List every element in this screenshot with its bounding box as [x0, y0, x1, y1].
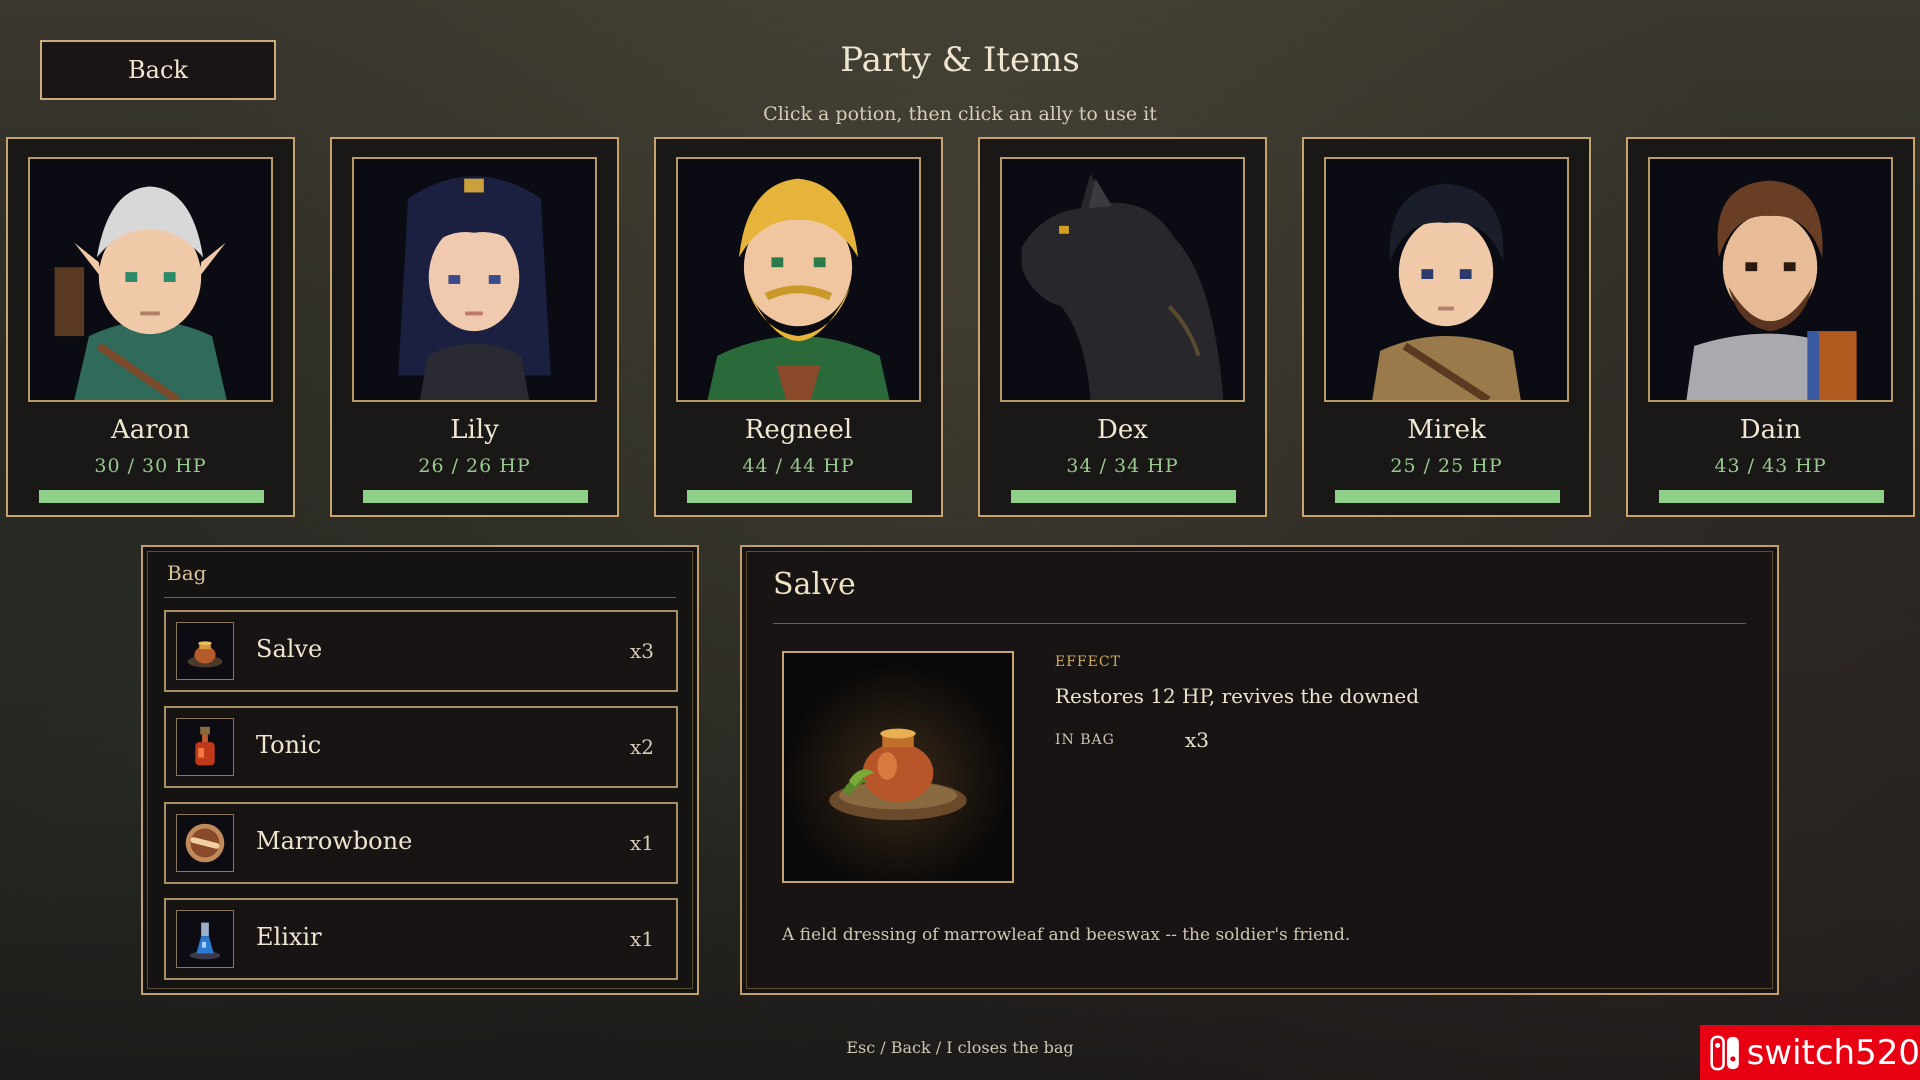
marrowbone-icon: [176, 814, 234, 872]
portrait-aaron: [28, 157, 273, 402]
portrait-lily: [352, 157, 597, 402]
footer-hint: Esc / Back / I closes the bag: [846, 1038, 1074, 1057]
portrait-regneel: [676, 157, 921, 402]
switch-logo-icon: [1710, 1035, 1739, 1070]
flavor-text: A field dressing of marrowleaf and beesw…: [782, 925, 1351, 945]
hp-bar: [39, 490, 264, 503]
portrait-mirek: [1324, 157, 1569, 402]
party-card-regneel[interactable]: Regneel 44 / 44 HP: [654, 137, 943, 517]
elixir-flask-icon: [176, 910, 234, 968]
effect-label: EFFECT: [1055, 654, 1121, 670]
party-name: Aaron: [110, 415, 191, 445]
bag-item-marrowbone[interactable]: Marrowbone x1: [164, 802, 678, 884]
hp-bar: [1659, 490, 1884, 503]
party-hp-text: 25 / 25 HP: [1390, 455, 1503, 477]
party-card-dain[interactable]: Dain 43 / 43 HP: [1626, 137, 1915, 517]
item-preview: [782, 651, 1014, 883]
bag-panel: Bag Salve x3 Tonic x2 Marrowbone x1 Elix…: [141, 545, 699, 995]
bearded-warrior-portrait-icon: [678, 159, 919, 400]
hp-bar: [363, 490, 588, 503]
bag-title: Bag: [167, 561, 207, 585]
hp-bar: [1335, 490, 1560, 503]
divider: [773, 623, 1746, 624]
elf-archer-portrait-icon: [30, 159, 271, 400]
in-bag-label: IN BAG: [1055, 732, 1115, 748]
portrait-dain: [1648, 157, 1893, 402]
party-card-mirek[interactable]: Mirek 25 / 25 HP: [1302, 137, 1591, 517]
party-hp-text: 30 / 30 HP: [94, 455, 207, 477]
party-hp-text: 44 / 44 HP: [742, 455, 855, 477]
party-hp-text: 43 / 43 HP: [1714, 455, 1827, 477]
party-row: Aaron 30 / 30 HP Lily 26 / 26 HP Regneel…: [6, 137, 1915, 517]
item-name: Elixir: [256, 923, 322, 951]
dark-haired-woman-portrait-icon: [354, 159, 595, 400]
bag-item-salve[interactable]: Salve x3: [164, 610, 678, 692]
salve-pot-icon: [176, 622, 234, 680]
item-name: Salve: [256, 635, 323, 663]
page-title: Party & Items: [840, 40, 1080, 80]
tonic-bottle-icon: [176, 718, 234, 776]
hp-bar-fill: [39, 490, 264, 503]
party-card-aaron[interactable]: Aaron 30 / 30 HP: [6, 137, 295, 517]
hp-bar: [687, 490, 912, 503]
party-name: Dex: [1097, 415, 1148, 445]
party-card-lily[interactable]: Lily 26 / 26 HP: [330, 137, 619, 517]
hp-bar: [1011, 490, 1236, 503]
item-count: x3: [629, 639, 654, 663]
watermark-text: switch520: [1746, 1032, 1920, 1073]
hp-bar-fill: [1335, 490, 1560, 503]
in-bag-value: x3: [1185, 728, 1210, 752]
party-hp-text: 34 / 34 HP: [1066, 455, 1179, 477]
party-name: Regneel: [744, 415, 853, 445]
dark-wolf-portrait-icon: [1002, 159, 1243, 400]
item-count: x2: [629, 735, 654, 759]
detail-title: Salve: [773, 567, 856, 602]
hp-bar-fill: [1011, 490, 1236, 503]
item-count: x1: [629, 927, 654, 951]
portrait-dex: [1000, 157, 1245, 402]
bag-item-elixir[interactable]: Elixir x1: [164, 898, 678, 980]
party-hp-text: 26 / 26 HP: [418, 455, 531, 477]
instruction-text: Click a potion, then click an ally to us…: [763, 103, 1157, 125]
item-name: Marrowbone: [256, 827, 413, 855]
party-name: Lily: [450, 415, 499, 445]
bag-item-tonic[interactable]: Tonic x2: [164, 706, 678, 788]
effect-text: Restores 12 HP, revives the downed: [1055, 684, 1420, 708]
hp-bar-fill: [687, 490, 912, 503]
party-name: Dain: [1739, 415, 1802, 445]
item-count: x1: [629, 831, 654, 855]
divider: [164, 597, 676, 598]
party-name: Mirek: [1407, 415, 1486, 445]
hp-bar-fill: [1659, 490, 1884, 503]
young-scout-portrait-icon: [1326, 159, 1567, 400]
watermark: switch520: [1700, 1025, 1920, 1080]
armored-knight-portrait-icon: [1650, 159, 1891, 400]
party-card-dex[interactable]: Dex 34 / 34 HP: [978, 137, 1267, 517]
item-name: Tonic: [256, 731, 322, 759]
salve-pot-large-icon: [784, 653, 1012, 881]
hp-bar-fill: [363, 490, 588, 503]
item-detail-panel: Salve EFFECT Restores 12 HP, revives the…: [740, 545, 1779, 995]
